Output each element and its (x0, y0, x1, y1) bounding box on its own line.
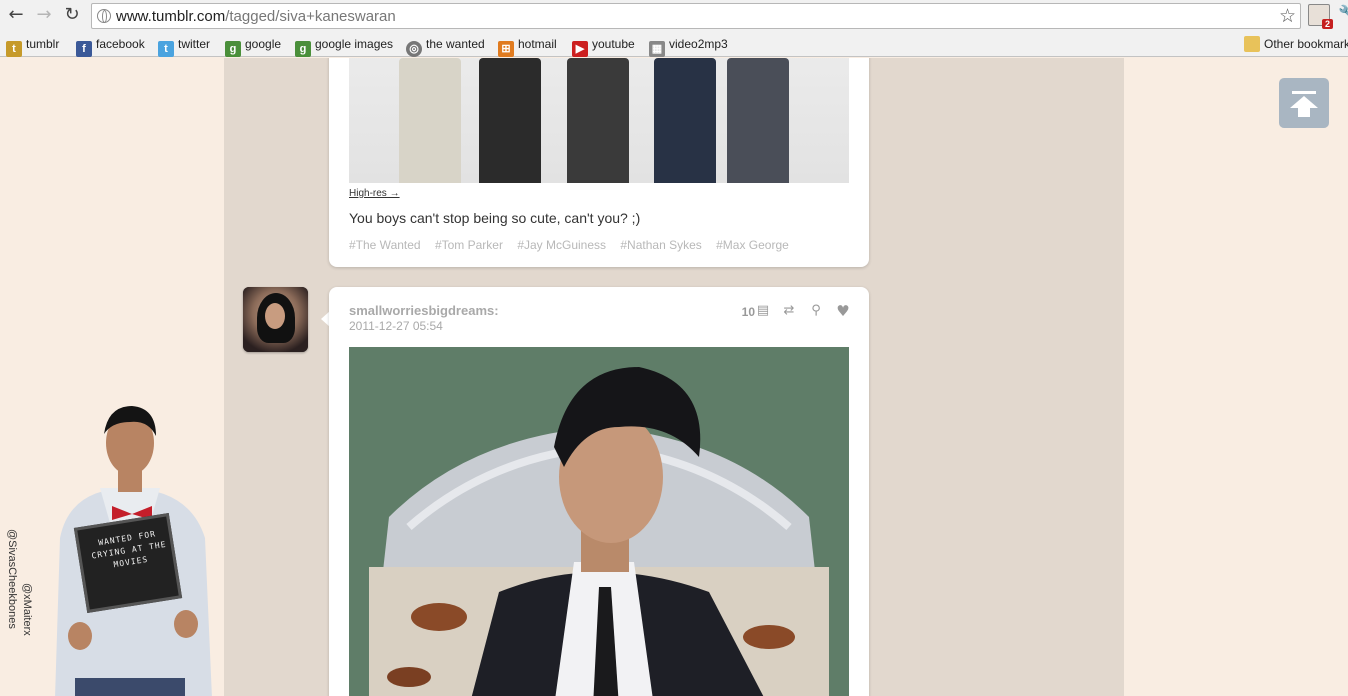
bookmark-label: the wanted (426, 37, 485, 51)
twitter-bird-icon: t (158, 41, 174, 57)
tag-link[interactable]: #Tom Parker (435, 238, 503, 252)
tumblr-page: High-res → You boys can't stop being so … (0, 58, 1348, 696)
bookmark-tumblr[interactable]: t tumblr (6, 35, 60, 57)
youtube-icon: ▶ (572, 41, 588, 57)
post-date[interactable]: 2011-12-27 05:54 (349, 319, 443, 333)
photo-figure (654, 58, 716, 183)
forward-arrow-icon[interactable]: → (33, 4, 55, 26)
photo-figure (399, 58, 461, 183)
url-path: /tagged/siva+kaneswaran (225, 8, 396, 25)
bookmark-label: tumblr (26, 37, 60, 51)
back-arrow-icon[interactable]: ← (5, 4, 27, 26)
scroll-top-bar (1292, 91, 1316, 94)
background-figure: WANTED FOR CRYING AT THE MOVIES @SivasCh… (0, 398, 224, 696)
bookmark-google[interactable]: g google (225, 35, 282, 57)
bookmark-label: twitter (178, 37, 211, 51)
bookmark-the-wanted[interactable]: ◎ the wanted (406, 35, 485, 57)
url-host: www.tumblr.com (116, 8, 226, 25)
reblog-icon[interactable]: ⇄ (781, 303, 797, 319)
bookmark-label: google images (315, 37, 394, 51)
folder-icon (1244, 36, 1260, 52)
heart-icon[interactable]: ♥ (835, 303, 851, 319)
other-bookmarks-folder[interactable]: Other bookmarks (1244, 35, 1348, 53)
sign-text: WANTED FOR CRYING AT THE MOVIES (90, 529, 168, 570)
bookmark-hotmail[interactable]: ⊞ hotmail (498, 35, 557, 57)
windows-icon: ⊞ (498, 41, 514, 57)
bookmark-video2mp3[interactable]: ▦ video2mp3 (649, 35, 728, 57)
google-icon: g (225, 41, 241, 57)
post-username[interactable]: smallworriesbigdreams: (349, 303, 499, 318)
avatar-face (265, 303, 285, 329)
browser-toolbar: ← → ↻ www.tumblr.com/tagged/siva+kaneswa… (0, 0, 1348, 32)
up-arrow-stem (1298, 107, 1310, 117)
bookmark-google-images[interactable]: g google images (295, 35, 394, 57)
bookmark-star-icon[interactable]: ☆ (1279, 5, 1296, 27)
bookmark-twitter[interactable]: t twitter (158, 35, 211, 57)
extension-badge: 2 (1321, 19, 1333, 29)
post-photo-band[interactable] (349, 58, 849, 183)
bookmark-label: youtube (592, 37, 635, 51)
video2mp3-icon: ▦ (649, 41, 665, 57)
post-photo-drawing (349, 347, 849, 696)
bookmark-label: google (245, 37, 282, 51)
url-text[interactable]: www.tumblr.com/tagged/siva+kaneswaran (116, 8, 396, 25)
globe-icon: ◎ (406, 41, 422, 57)
wrench-menu-icon[interactable]: 🔧 (1338, 4, 1348, 23)
extension-icon[interactable]: 2 (1308, 4, 1333, 29)
credit-text: @xMaiterx (21, 583, 33, 636)
bookmark-label: Other bookmarks (1264, 37, 1348, 51)
notes-count[interactable]: 10 (742, 305, 755, 319)
chalkboard-sign: WANTED FOR CRYING AT THE MOVIES (73, 513, 183, 613)
avatar[interactable] (243, 287, 308, 352)
tag-link[interactable]: #Max George (716, 238, 789, 252)
bookmark-label: hotmail (518, 37, 557, 51)
bookmark-label: facebook (96, 37, 145, 51)
scroll-to-top-button[interactable] (1279, 78, 1329, 128)
photo-figure (479, 58, 541, 183)
tag-link[interactable]: #Jay McGuiness (517, 238, 606, 252)
bookmark-facebook[interactable]: f facebook (76, 35, 145, 57)
tag-link[interactable]: #Nathan Sykes (620, 238, 701, 252)
photo-figure (727, 58, 789, 183)
post-tags: #The Wanted #Tom Parker #Jay McGuiness #… (349, 238, 800, 252)
facebook-icon: f (76, 41, 92, 57)
credit-text: @SivasCheekbones (6, 529, 18, 629)
notes-page-icon[interactable]: ▤ (755, 303, 771, 319)
photo-post: High-res → You boys can't stop being so … (329, 58, 869, 267)
bookmark-youtube[interactable]: ▶ youtube (572, 35, 635, 57)
google-icon: g (295, 41, 311, 57)
photo-post: smallworriesbigdreams: 2011-12-27 05:54 … (329, 287, 869, 696)
address-bar[interactable]: www.tumblr.com/tagged/siva+kaneswaran ☆ (91, 3, 1301, 29)
magnify-icon[interactable]: ⚲ (808, 303, 824, 319)
bookmarks-bar: t tumblr f facebook t twitter g google g goog… (0, 32, 1348, 57)
tag-link[interactable]: #The Wanted (349, 238, 421, 252)
reload-icon[interactable]: ↻ (61, 4, 83, 26)
bookmark-label: video2mp3 (669, 37, 728, 51)
photo-figure (567, 58, 629, 183)
post-caption: You boys can't stop being so cute, can't… (349, 210, 641, 226)
page-globe-icon (97, 9, 111, 23)
high-res-link[interactable]: High-res → (349, 188, 400, 199)
tumblr-icon: t (6, 41, 22, 57)
post-photo[interactable] (349, 347, 849, 696)
